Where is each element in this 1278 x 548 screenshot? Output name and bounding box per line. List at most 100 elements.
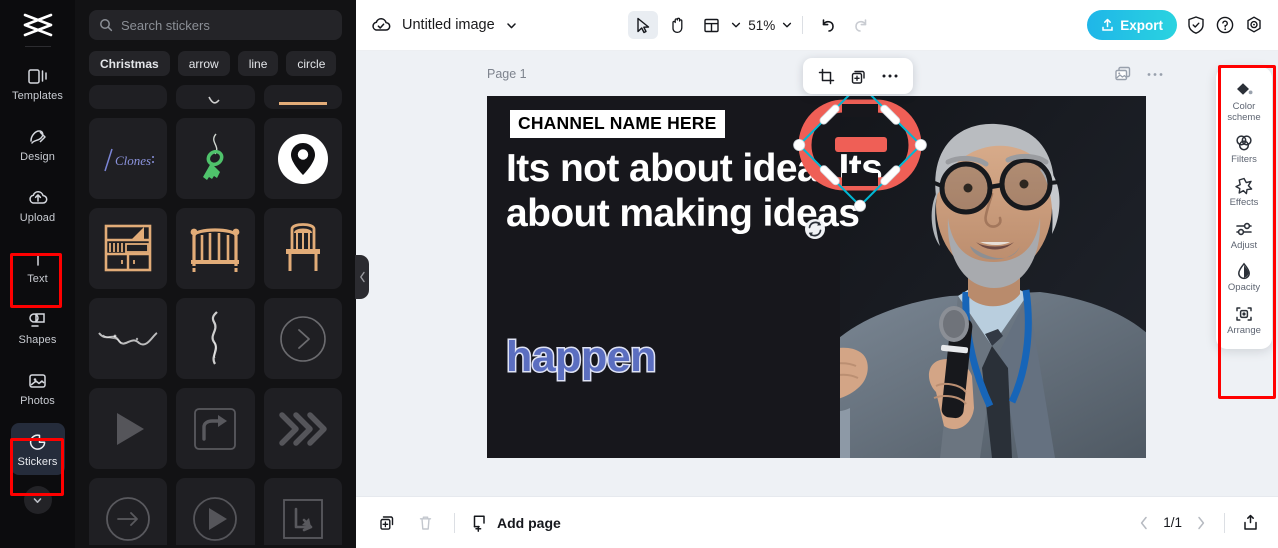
sticker-item-circle-chevron[interactable] [263,298,342,379]
sticker-item-key[interactable] [176,118,255,199]
layout-tool-button[interactable] [696,11,726,39]
sidebar-item-shapes[interactable]: Shapes [11,301,65,353]
panel-item-effects[interactable]: Effects [1216,172,1272,215]
panel-item-color-scheme[interactable]: Color scheme [1216,76,1272,129]
sticker-item-triple-chevron[interactable] [263,388,342,469]
sticker-tag[interactable]: line [237,51,279,76]
duplicate-icon [850,68,867,85]
page-label: Page 1 [487,67,527,81]
hand-icon [669,16,686,34]
sidebar-item-text[interactable]: Text [11,240,65,292]
sticker-item-chair[interactable] [263,208,342,289]
undo-icon [819,17,836,33]
duplicate-button[interactable] [844,62,872,90]
panel-item-adjust[interactable]: Adjust [1216,215,1272,258]
duplicate-page-icon [378,514,396,532]
sticker-tag[interactable]: circle [286,51,337,76]
sticker-item-clones[interactable]: Clones [89,118,168,199]
color-scheme-icon [1234,81,1254,99]
sticker-item-play-triangle[interactable] [89,388,168,469]
sticker-item-bookshelf[interactable] [89,208,168,289]
page-indicator: 1/1 [1163,515,1182,530]
export-button[interactable]: Export [1087,10,1177,40]
left-sidebar: Templates Design Upload Text Shapes Phot… [0,0,75,548]
duplicate-page-button[interactable] [374,510,400,536]
zoom-level-value[interactable]: 51% [748,18,775,33]
toolbar-right-group: Export [1087,10,1264,40]
opacity-drop-icon [1234,262,1254,280]
export-label: Export [1120,17,1163,33]
sticker-item[interactable] [176,85,255,109]
panel-collapse-handle[interactable] [355,255,369,299]
redo-button[interactable] [846,11,876,39]
sidebar-item-templates[interactable]: Templates [11,57,65,109]
title-chevron-down-icon[interactable] [505,19,518,32]
sidebar-item-label: Upload [19,211,56,224]
delete-page-button[interactable] [412,510,438,536]
layout-grid-icon [703,17,720,34]
canvas-corner-tools [1114,65,1164,83]
cloud-check-icon[interactable] [370,15,392,35]
panel-item-filters[interactable]: Filters [1216,129,1272,172]
upload-icon [1101,18,1114,32]
settings-gear-icon[interactable] [1244,15,1264,35]
sticker-item-smoke-horizontal[interactable] [89,298,168,379]
panel-item-arrange[interactable]: Arrange [1216,300,1272,343]
layers-images-icon[interactable] [1114,65,1132,83]
sticker-item[interactable] [263,85,342,109]
highlight-word-text[interactable]: happen [505,332,658,383]
templates-icon [27,65,49,87]
sidebar-item-label: Design [20,150,55,163]
crop-button[interactable] [812,62,840,90]
add-page-button[interactable]: Add page [471,513,561,532]
sticker-tag[interactable]: arrow [177,51,230,76]
panel-item-label: Opacity [1227,282,1261,294]
sticker-tag-list: Christmas arrow line circle [89,51,342,76]
sidebar-item-upload[interactable]: Upload [11,179,65,231]
sticker-item-turn-right[interactable] [176,388,255,469]
sidebar-item-photos[interactable]: Photos [11,362,65,414]
sidebar-item-label: Stickers [17,455,58,468]
sticker-item-circle-arrow[interactable] [89,478,168,545]
search-icon [99,18,113,32]
design-canvas[interactable]: CHANNEL NAME HERE Its not about idea. It… [487,96,1146,458]
shield-check-icon[interactable] [1186,15,1206,35]
canvas-more-horizontal-icon[interactable] [1146,72,1164,77]
canvas-tools-group: 51% [628,11,876,39]
document-title[interactable]: Untitled image [402,17,495,33]
sidebar-item-design[interactable]: Design [11,118,65,170]
sticker-tag[interactable]: Christmas [89,51,170,76]
search-stickers-field[interactable] [89,10,342,40]
sticker-item[interactable] [89,85,168,109]
sticker-item-map-pin[interactable] [263,118,342,199]
search-input[interactable] [121,17,332,33]
next-page-button[interactable] [1194,515,1208,531]
sticker-item-circle-play[interactable] [176,478,255,545]
sidebar-item-label: Shapes [18,333,57,346]
text-icon [27,248,49,270]
sidebar-item-stickers[interactable]: Stickers [10,423,65,475]
select-tool-button[interactable] [628,11,659,39]
filters-icon [1234,134,1254,152]
sticker-item-bed[interactable] [176,208,255,289]
sticker-item-smoke-vertical[interactable] [176,298,255,379]
selection-float-toolbar [803,58,913,94]
channel-name-text[interactable]: CHANNEL NAME HERE [510,110,725,138]
help-circle-icon[interactable] [1215,15,1235,35]
panel-item-opacity[interactable]: Opacity [1216,257,1272,300]
hand-tool-button[interactable] [662,11,692,39]
properties-panel: Color scheme Filters Effects Adjust Opac… [1216,67,1272,350]
prev-page-button[interactable] [1137,515,1151,531]
sticker-icon [27,431,49,453]
canvas-stage[interactable]: Page 1 CHANNEL NAME HERE Its not about i… [356,51,1278,496]
svg-text:Clones: Clones [115,153,151,168]
more-options-button[interactable] [876,62,904,90]
export-box-icon[interactable] [1241,513,1260,533]
undo-button[interactable] [812,11,842,39]
sticker-item-arrow-down-right[interactable] [263,478,342,545]
sidebar-expand-button[interactable] [23,486,52,514]
layout-chevron-down-icon[interactable] [730,19,742,31]
headline-text[interactable]: Its not about idea. Its about making ide… [506,146,926,236]
panel-item-label: Adjust [1230,239,1258,251]
zoom-chevron-down-icon[interactable] [781,19,793,31]
